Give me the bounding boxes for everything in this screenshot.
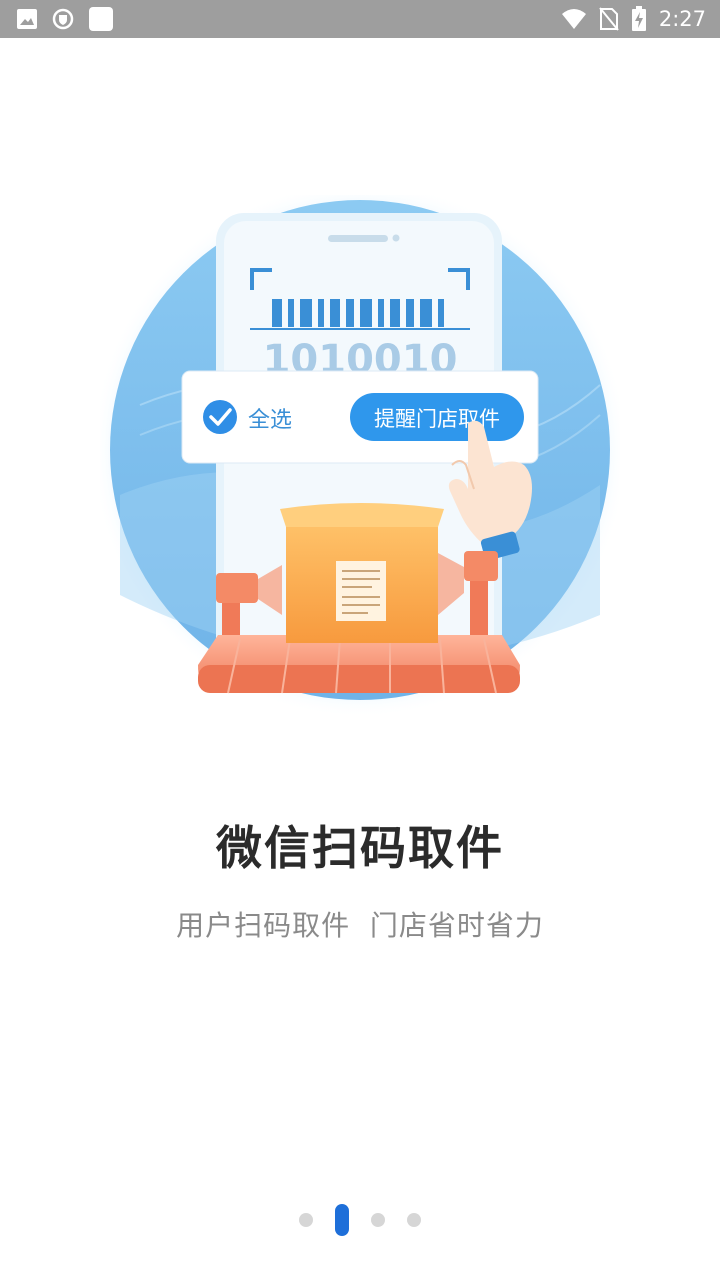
page-dot[interactable] — [407, 1213, 421, 1227]
check-icon — [203, 400, 237, 434]
page-dot[interactable] — [299, 1213, 313, 1227]
page-subtitle: 用户扫码取件 门店省时省力 — [176, 909, 544, 942]
app-square-icon — [88, 6, 114, 32]
no-sim-icon — [599, 7, 619, 31]
page-indicator — [0, 1202, 720, 1238]
page-dot-active[interactable] — [335, 1204, 349, 1236]
status-bar: 2:27 — [0, 0, 720, 38]
clock: 2:27 — [658, 7, 706, 31]
page-title: 微信扫码取件 — [216, 821, 504, 875]
wifi-icon — [561, 8, 587, 30]
battery-charging-icon — [631, 6, 647, 32]
select-all-label: 全选 — [248, 408, 292, 433]
illustration: 1010010 全选 提醒门店取件 — [92, 182, 628, 718]
page-dot[interactable] — [371, 1213, 385, 1227]
gallery-icon — [16, 8, 38, 30]
package-box — [280, 503, 444, 643]
shield-icon — [52, 8, 74, 30]
